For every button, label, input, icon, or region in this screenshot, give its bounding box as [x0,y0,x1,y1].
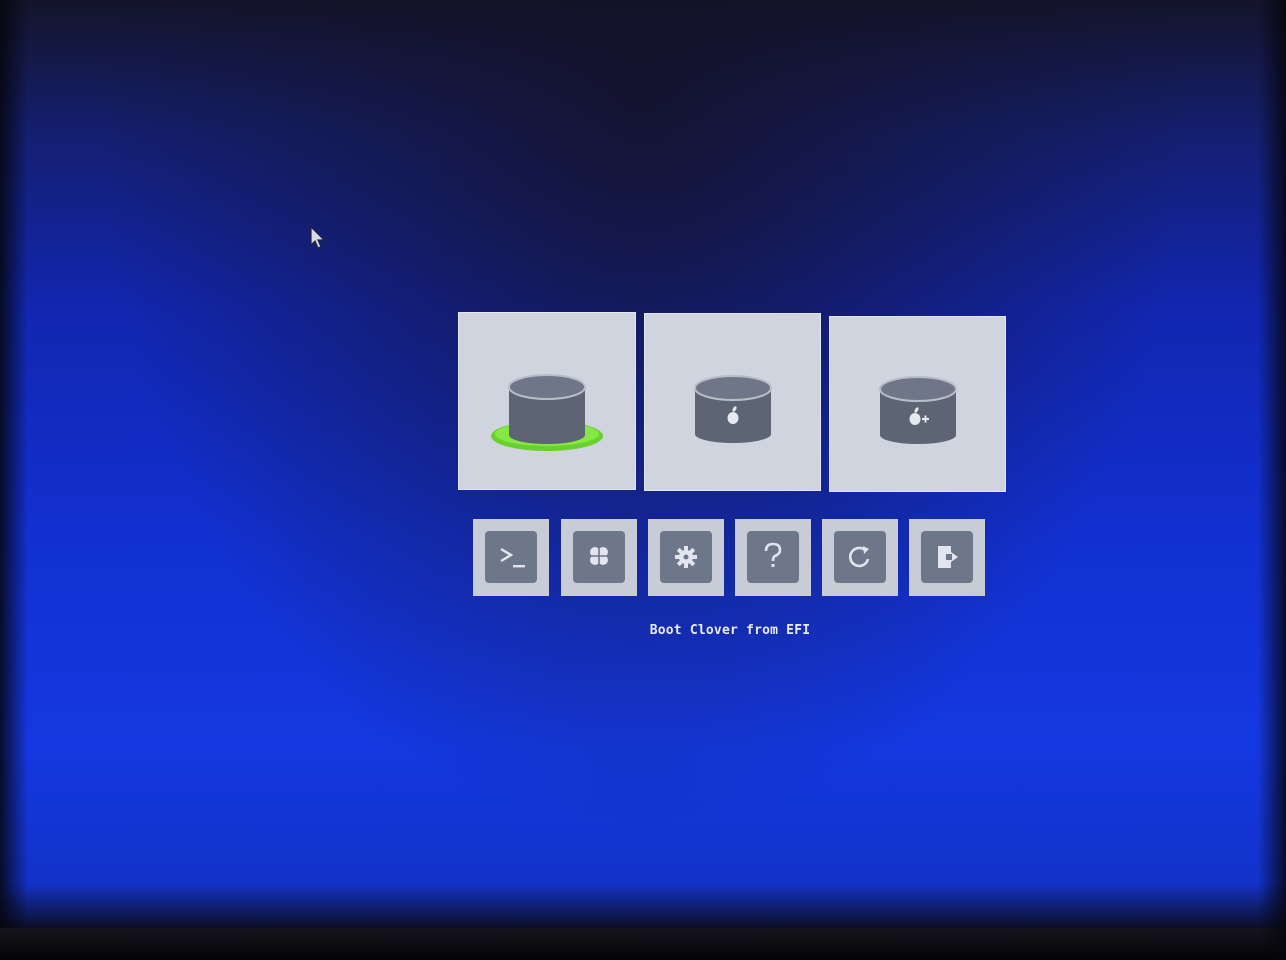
boot-screen: Boot Clover from EFI [0,0,1286,960]
boot-entry-macos[interactable] [644,313,821,491]
clover-options-button[interactable] [561,519,637,596]
mouse-pointer-icon [310,226,326,249]
selected-entry-caption: Boot Clover from EFI [649,623,811,638]
reboot-icon [848,546,870,568]
shell-button[interactable] [473,519,549,596]
help-icon [764,542,782,567]
clover-efi-disk-icon [491,374,603,451]
shell-icon [500,547,525,568]
reboot-button[interactable] [822,519,898,596]
exit-button[interactable] [909,519,985,596]
clover-options-icon [589,546,609,566]
help-button[interactable] [735,519,811,596]
options-button[interactable] [648,519,724,596]
monitor-bezel [0,928,1286,960]
gear-icon [675,546,697,568]
boot-entry-macos-install[interactable] [829,316,1006,492]
macos-install-disk-icon [879,376,957,444]
exit-icon [938,546,958,568]
macos-disk-icon [694,375,772,443]
boot-entry-clover-efi[interactable] [458,312,636,490]
